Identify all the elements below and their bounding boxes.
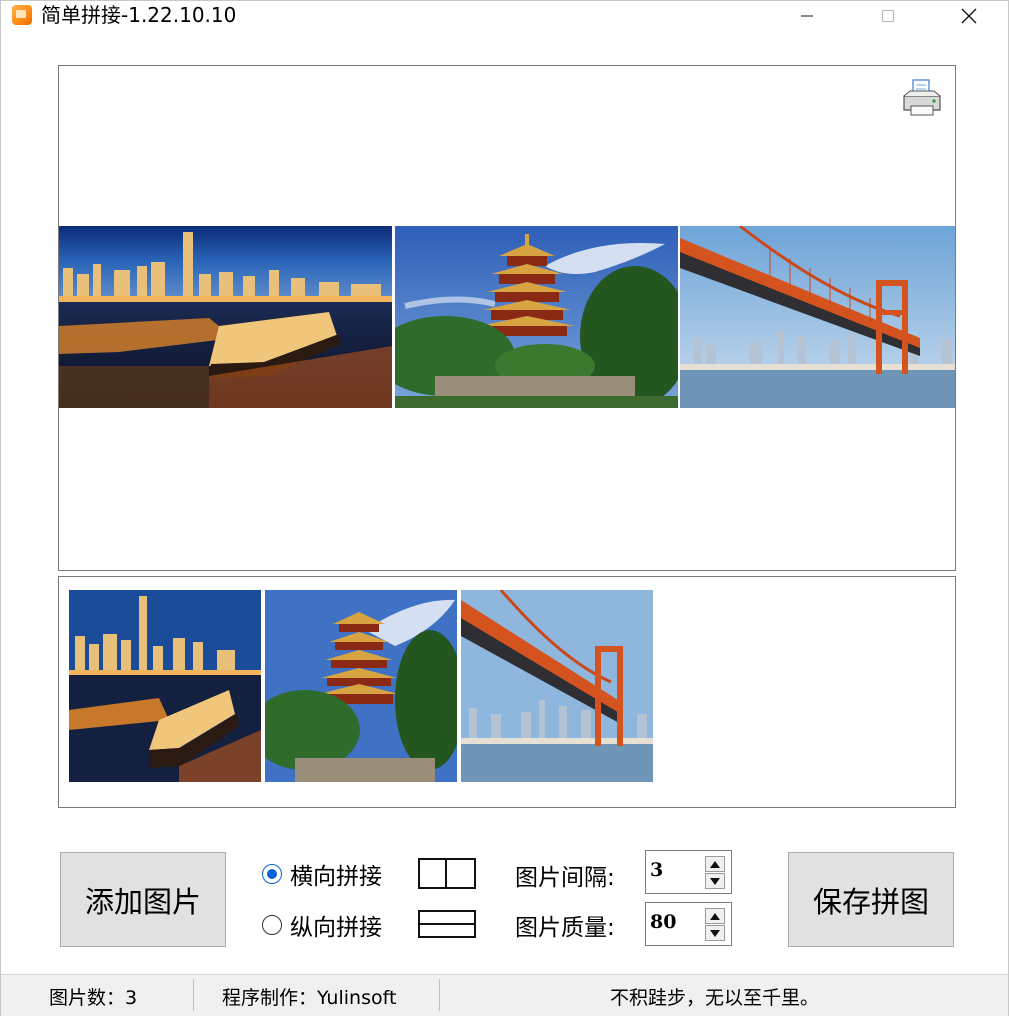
triangle-down-icon (710, 877, 720, 885)
triangle-up-icon (710, 912, 720, 920)
window-title: 简单拼接-1.22.10.10 (41, 3, 237, 27)
maximize-button[interactable] (865, 1, 911, 31)
stitch-preview-panel (58, 65, 956, 571)
add-images-button[interactable]: 添加图片 (60, 852, 226, 947)
status-divider (439, 979, 440, 1011)
vertical-layout-icon (418, 910, 476, 938)
increment-button[interactable] (705, 908, 725, 924)
motto-status: 不积跬步，无以至千里。 (610, 987, 820, 1009)
radio-selected-indicator (262, 864, 282, 884)
image-gap-label: 图片间隔: (515, 865, 615, 891)
maximize-icon (882, 10, 894, 22)
title-bar[interactable]: 简单拼接-1.22.10.10 (1, 1, 1008, 33)
horizontal-layout-icon (418, 858, 476, 889)
thumbnail-panel (58, 576, 956, 808)
decrement-button[interactable] (705, 925, 725, 941)
thumbnail-item[interactable] (265, 590, 457, 782)
image-gap-value[interactable]: 3 (650, 859, 663, 881)
close-button[interactable] (946, 1, 992, 31)
image-quality-stepper[interactable]: 80 (645, 902, 732, 946)
save-stitched-button[interactable]: 保存拼图 (788, 852, 954, 947)
image-gap-stepper[interactable]: 3 (645, 850, 732, 894)
wuhan-night-riverfront-photo (59, 226, 392, 408)
app-icon (12, 5, 32, 25)
status-bar: 图片数：3 程序制作：Yulinsoft 不积跬步，无以至千里。 (1, 974, 1008, 1016)
app-window: 简单拼接-1.22.10.10 添加图片 横向拼接 纵向拼接 图片间隔: 3 图… (0, 0, 1009, 1016)
thumbnail-item[interactable] (69, 590, 261, 782)
horizontal-stitch-label: 横向拼接 (290, 864, 382, 890)
triangle-up-icon (710, 860, 720, 868)
stitched-image (59, 226, 955, 408)
increment-button[interactable] (705, 856, 725, 872)
vertical-stitch-label: 纵向拼接 (290, 915, 382, 941)
minimize-icon (801, 15, 813, 17)
minimize-button[interactable] (784, 1, 830, 31)
horizontal-stitch-radio[interactable]: 横向拼接 (262, 857, 382, 891)
status-divider (193, 979, 194, 1011)
image-quality-value[interactable]: 80 (650, 911, 676, 933)
close-icon (961, 8, 977, 24)
radio-unselected-indicator (262, 915, 282, 935)
image-count-status: 图片数：3 (49, 987, 138, 1009)
yangtze-river-bridge-photo (680, 226, 955, 408)
printer-icon[interactable] (901, 78, 943, 118)
triangle-down-icon (710, 929, 720, 937)
vertical-stitch-radio[interactable]: 纵向拼接 (262, 908, 382, 942)
decrement-button[interactable] (705, 873, 725, 889)
image-quality-label: 图片质量: (515, 915, 615, 941)
author-status: 程序制作：Yulinsoft (222, 987, 397, 1009)
thumbnail-item[interactable] (461, 590, 653, 782)
yellow-crane-tower-photo (395, 226, 678, 408)
